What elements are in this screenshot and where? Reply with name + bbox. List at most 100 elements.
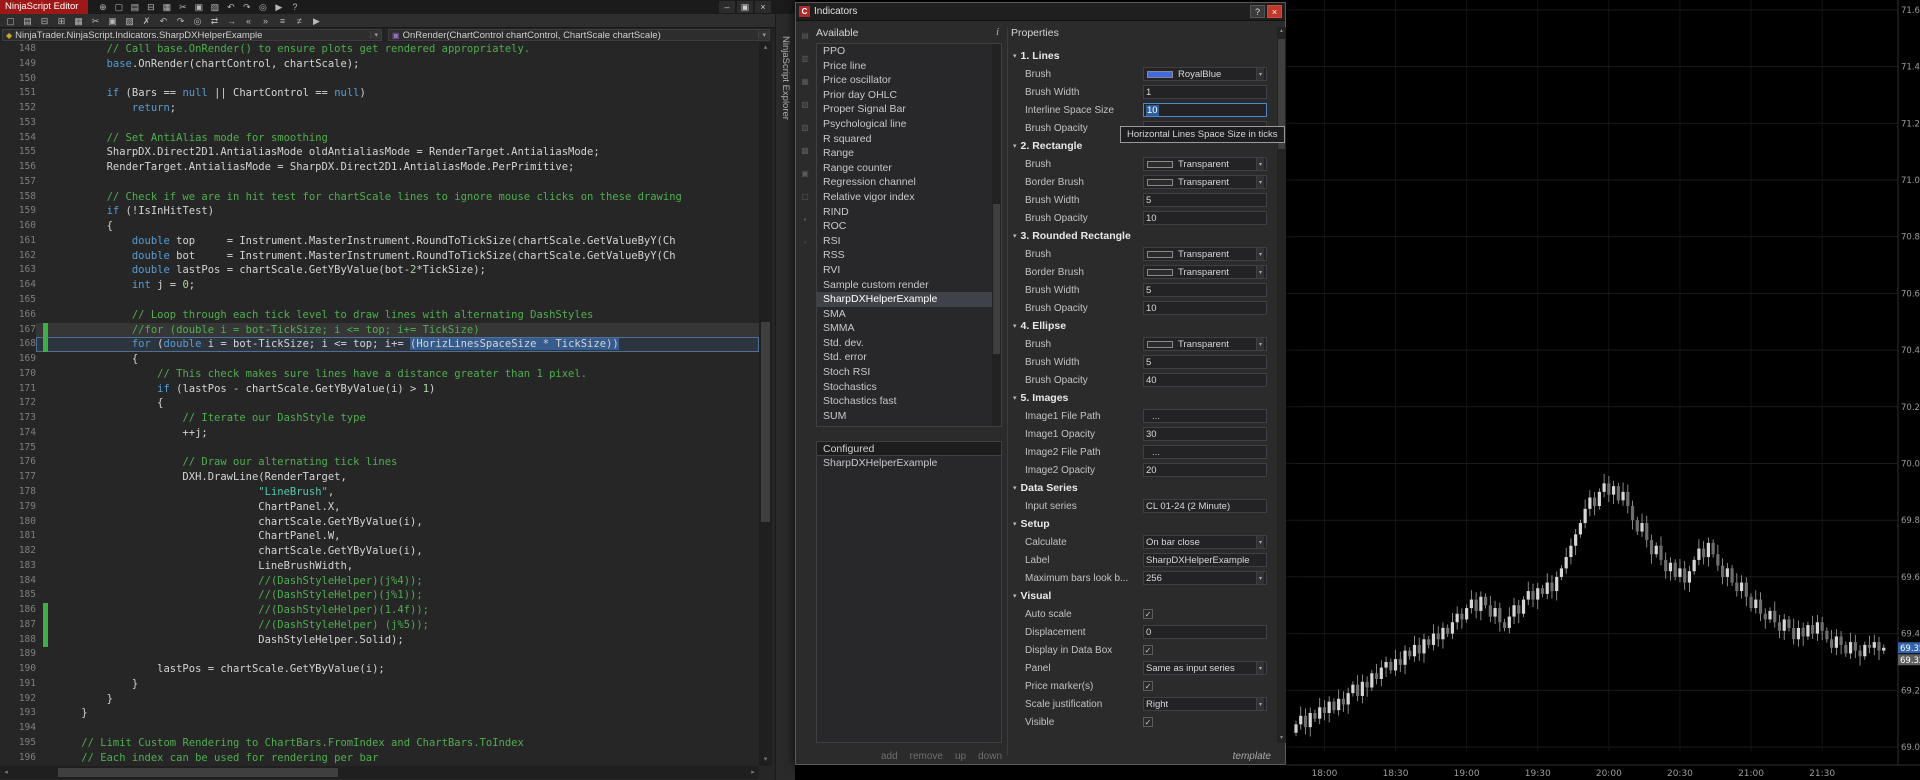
configured-indicator-list[interactable]: SharpDXHelperExample xyxy=(816,456,1002,743)
scroll-down-icon[interactable]: ▾ xyxy=(1277,734,1286,743)
property-field[interactable]: ... xyxy=(1143,445,1267,459)
undo-icon[interactable]: ↶ xyxy=(157,15,170,27)
indicator-list-item[interactable]: SMMA xyxy=(817,321,1001,336)
scroll-up-icon[interactable]: ▴ xyxy=(759,42,772,54)
collapse-icon[interactable]: ▾ xyxy=(1013,142,1017,150)
property-group-header[interactable]: ▾Setup xyxy=(1011,515,1273,533)
copy-icon[interactable]: ▣ xyxy=(106,15,119,27)
checkbox[interactable]: ✓ xyxy=(1143,717,1153,727)
collapse-icon[interactable]: ▾ xyxy=(1013,592,1017,600)
chevron-down-icon[interactable]: ▾ xyxy=(1256,536,1264,548)
help-button[interactable]: ? xyxy=(1250,5,1265,18)
class-selector[interactable]: ◆ NinjaTrader.NinjaScript.Indicators.Sha… xyxy=(2,29,382,41)
help-icon[interactable]: ? xyxy=(288,1,301,13)
chevron-down-icon[interactable]: ▾ xyxy=(1256,662,1264,674)
property-group-header[interactable]: ▾3. Rounded Rectangle xyxy=(1011,227,1273,245)
compile-icon[interactable]: ▶ xyxy=(272,1,285,13)
save-icon[interactable]: ⊟ xyxy=(144,1,157,13)
property-group-header[interactable]: ▾5. Images xyxy=(1011,389,1273,407)
print-icon[interactable]: ▦ xyxy=(160,1,173,13)
remove-button[interactable]: remove xyxy=(910,751,943,762)
paste-icon[interactable]: ▨ xyxy=(208,1,221,13)
collapse-icon[interactable]: ▾ xyxy=(1013,394,1017,402)
checkbox[interactable]: ✓ xyxy=(1143,681,1153,691)
connect-icon[interactable]: ⊕ xyxy=(96,1,109,13)
close-icon[interactable]: × xyxy=(755,1,771,13)
collapse-icon[interactable]: ▾ xyxy=(1013,322,1017,330)
indicator-list-item[interactable]: ROC xyxy=(817,219,1001,234)
property-field[interactable]: 256▾ xyxy=(1143,571,1267,585)
goto-line-icon[interactable]: → xyxy=(225,15,238,27)
indicator-list-item[interactable]: Relative vigor index xyxy=(817,190,1001,205)
redo-icon[interactable]: ↷ xyxy=(240,1,253,13)
undo-icon[interactable]: ↶ xyxy=(224,1,237,13)
property-field[interactable]: Transparent▾ xyxy=(1143,337,1267,351)
collapse-icon[interactable]: ▾ xyxy=(1013,52,1017,60)
property-field[interactable]: RoyalBlue▾ xyxy=(1143,67,1267,81)
comment-icon[interactable]: ≡ xyxy=(276,15,289,27)
property-field[interactable]: CL 01-24 (2 Minute) xyxy=(1143,499,1267,513)
checkbox[interactable]: ✓ xyxy=(1143,609,1153,619)
code-editor[interactable]: 148 // Call base.OnRender() to ensure pl… xyxy=(0,42,759,766)
info-icon[interactable]: i xyxy=(996,27,1002,39)
indicator-list-item[interactable]: Sample custom render xyxy=(817,278,1001,293)
property-field[interactable]: ... xyxy=(1143,409,1267,423)
property-field[interactable]: 5 xyxy=(1143,355,1267,369)
chevron-down-icon[interactable]: ▾ xyxy=(1256,266,1264,278)
chevron-down-icon[interactable]: ▾ xyxy=(1256,248,1264,260)
property-field[interactable]: 1 xyxy=(1143,85,1267,99)
property-field[interactable]: 30 xyxy=(1143,427,1267,441)
indicator-list-item[interactable]: Psychological line xyxy=(817,117,1001,132)
indicator-list-item[interactable]: Price oscillator xyxy=(817,73,1001,88)
property-group-header[interactable]: ▾4. Ellipse xyxy=(1011,317,1273,335)
delete-icon[interactable]: ✗ xyxy=(140,15,153,27)
open-script-icon[interactable]: ▤ xyxy=(21,15,34,27)
chevron-down-icon[interactable]: ▾ xyxy=(758,31,769,39)
outdent-icon[interactable]: « xyxy=(242,15,255,27)
cut-icon[interactable]: ✂ xyxy=(176,1,189,13)
scrollbar-thumb[interactable] xyxy=(58,768,338,777)
chevron-down-icon[interactable]: ▾ xyxy=(1256,158,1264,170)
indicator-list-item[interactable]: RIND xyxy=(817,205,1001,220)
indicator-list-item[interactable]: RVI xyxy=(817,263,1001,278)
find-icon[interactable]: ◎ xyxy=(191,15,204,27)
property-field[interactable]: 5 xyxy=(1143,283,1267,297)
indicator-list-item[interactable]: SharpDXHelperExample xyxy=(817,292,1001,307)
indicator-list-item[interactable]: Stoch RSI xyxy=(817,365,1001,380)
property-group-header[interactable]: ▾1. Lines xyxy=(1011,47,1273,65)
scroll-down-icon[interactable]: ▾ xyxy=(759,754,772,766)
chevron-down-icon[interactable]: ▾ xyxy=(1256,572,1264,584)
indicator-list-item[interactable]: Prior day OHLC xyxy=(817,88,1001,103)
indicator-list-item[interactable]: Range xyxy=(817,146,1001,161)
replace-icon[interactable]: ⇄ xyxy=(208,15,221,27)
new-window-icon[interactable]: ▢ xyxy=(112,1,125,13)
indicator-list-item[interactable]: Stochastics fast xyxy=(817,394,1001,409)
property-field[interactable]: 20 xyxy=(1143,463,1267,477)
indicator-list-item[interactable]: PPO xyxy=(817,44,1001,59)
property-group-header[interactable]: ▾Visual xyxy=(1011,587,1273,605)
uncomment-icon[interactable]: ≠ xyxy=(293,15,306,27)
configured-indicator-item[interactable]: SharpDXHelperExample xyxy=(817,456,1001,471)
property-field[interactable]: Transparent▾ xyxy=(1143,157,1267,171)
property-field[interactable]: Transparent▾ xyxy=(1143,175,1267,189)
indicator-list-item[interactable]: Stochastics xyxy=(817,380,1001,395)
candlestick-chart[interactable]: 69.0069.2069.4069.6069.8070.0070.2070.40… xyxy=(1286,0,1920,780)
indent-icon[interactable]: » xyxy=(259,15,272,27)
indicator-list-item[interactable]: Std. dev. xyxy=(817,336,1001,351)
scrollbar-thumb[interactable] xyxy=(761,322,770,522)
indicator-list-item[interactable]: RSS xyxy=(817,248,1001,263)
scrollbar-thumb[interactable] xyxy=(993,204,1000,354)
add-button[interactable]: add xyxy=(881,751,898,762)
compile-icon[interactable]: ▶ xyxy=(310,15,323,27)
collapse-icon[interactable]: ▾ xyxy=(1013,484,1017,492)
property-field[interactable]: 5 xyxy=(1143,193,1267,207)
chevron-down-icon[interactable]: ▾ xyxy=(1256,68,1264,80)
save-icon[interactable]: ⊟ xyxy=(38,15,51,27)
property-field[interactable]: Right▾ xyxy=(1143,697,1267,711)
scroll-left-icon[interactable]: ◂ xyxy=(0,766,12,779)
up-button[interactable]: up xyxy=(955,751,966,762)
indicator-list-item[interactable]: SUM xyxy=(817,409,1001,424)
restore-icon[interactable]: ▣ xyxy=(737,1,753,13)
new-script-icon[interactable]: ▢ xyxy=(4,15,17,27)
editor-titlebar[interactable]: NinjaScript Editor ⊕▢▤⊟▦✂▣▨↶↷◎▶? –▣× xyxy=(0,0,795,14)
